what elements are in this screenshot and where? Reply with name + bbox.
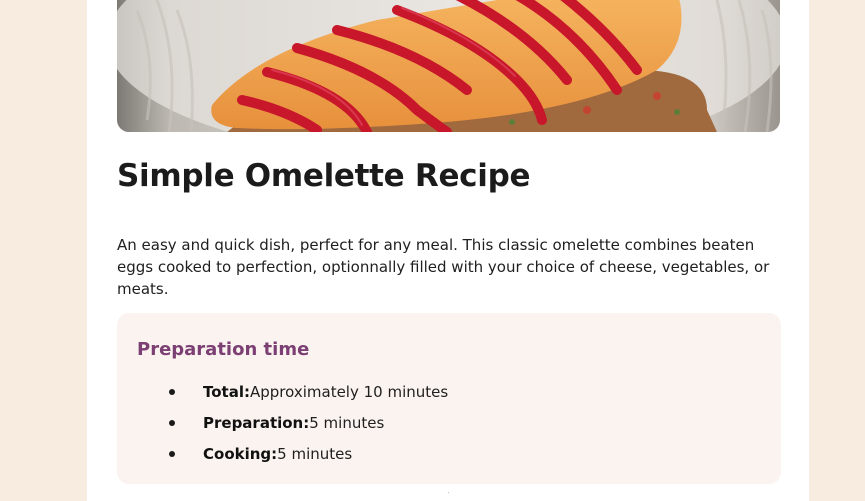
omelette-image: [117, 0, 780, 132]
bullet-icon: [169, 451, 175, 457]
divider-dot: [448, 492, 449, 493]
recipe-card: Simple Omelette Recipe An easy and quick…: [87, 0, 809, 501]
preparation-time-heading: Preparation time: [137, 339, 310, 360]
list-item-value: 5 minutes: [309, 414, 385, 432]
recipe-description: An easy and quick dish, perfect for any …: [117, 236, 770, 298]
list-item-label: Total:: [203, 383, 250, 401]
list-item-text: Preparation:5 minutes: [203, 408, 384, 439]
list-item-value: 5 minutes: [277, 445, 353, 463]
recipe-title: Simple Omelette Recipe: [117, 158, 531, 194]
list-item-label: Preparation:: [203, 414, 310, 432]
omelette-photo: [117, 0, 780, 132]
list-item-value: Approximately 10 minutes: [249, 383, 449, 401]
bullet-icon: [169, 420, 175, 426]
list-item-text: Cooking:5 minutes: [203, 439, 352, 470]
list-item-text: Total:Approximately 10 minutes: [203, 377, 448, 408]
bullet-icon: [169, 389, 175, 395]
preparation-time-box: Preparation time Total:Approximately 10 …: [117, 313, 781, 484]
list-item-label: Cooking:: [203, 445, 278, 463]
